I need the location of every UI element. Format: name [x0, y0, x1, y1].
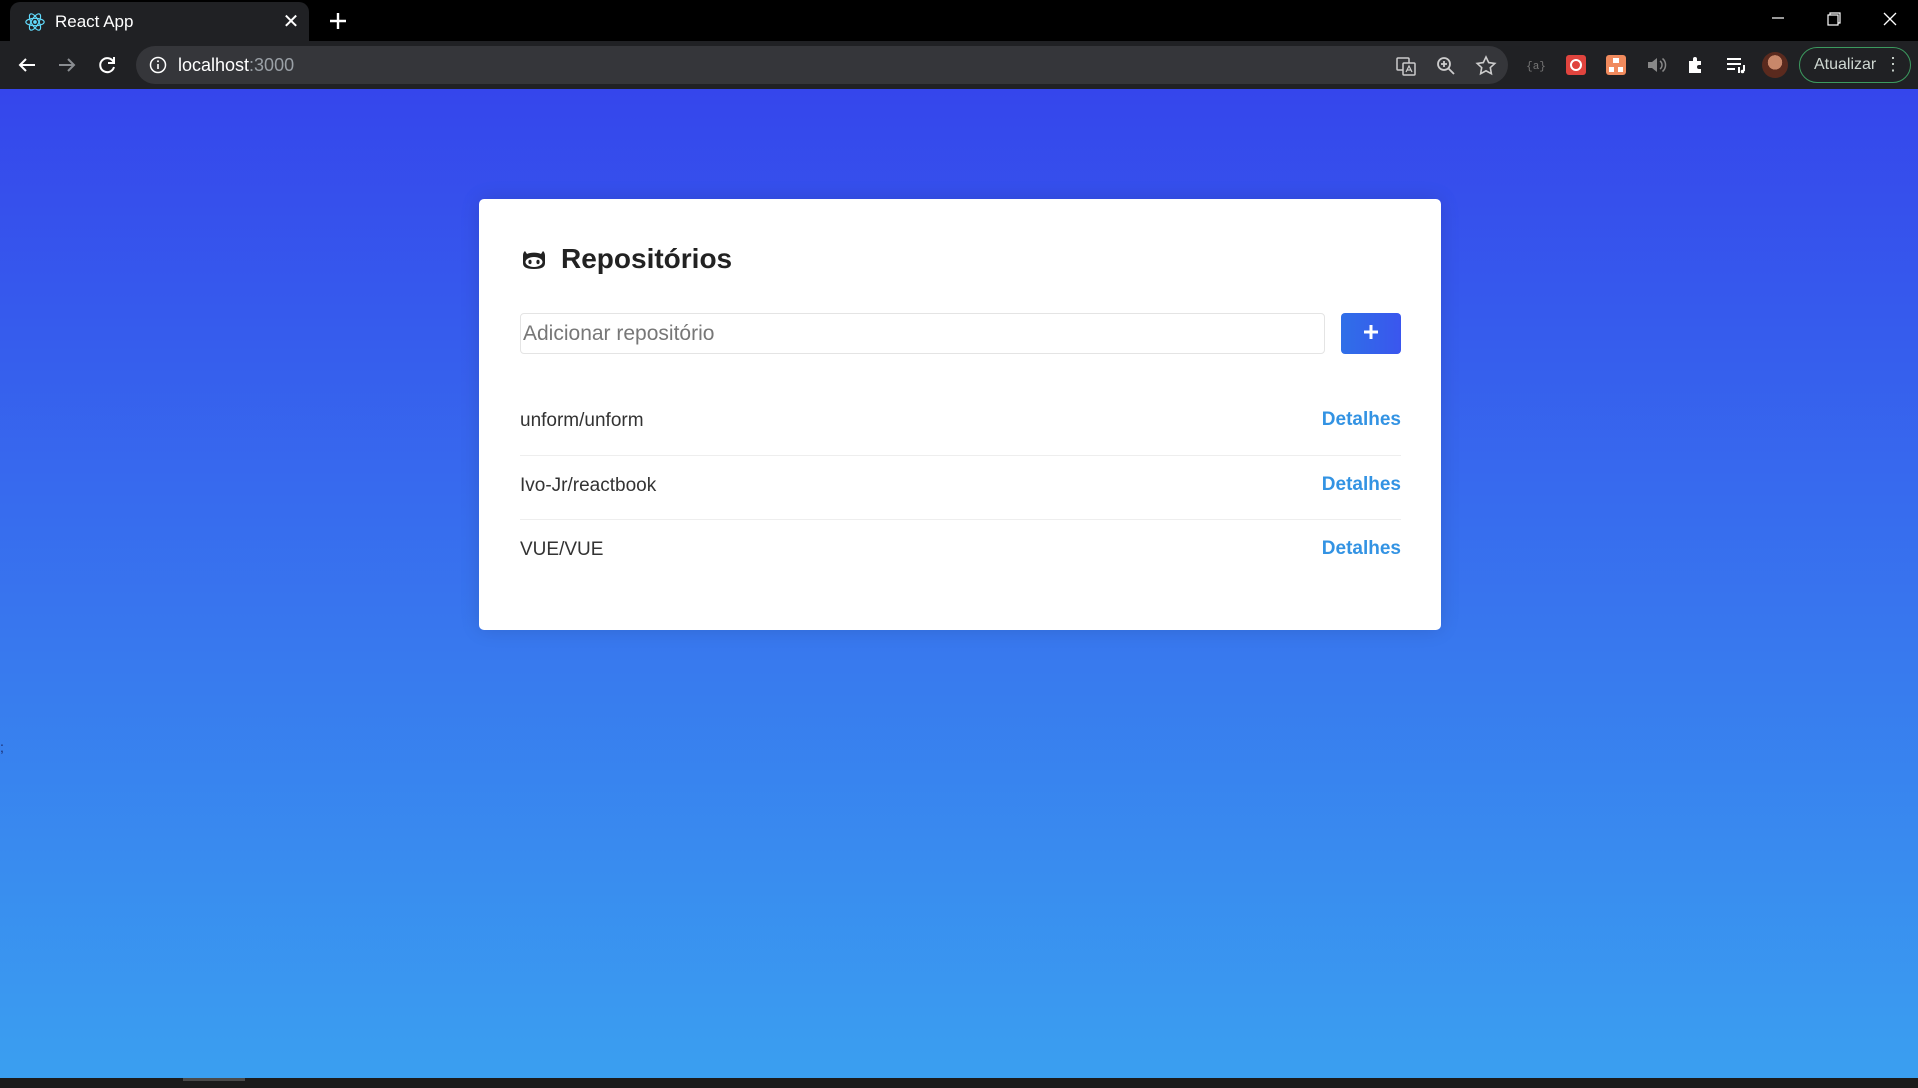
url-host: localhost: [178, 55, 250, 75]
list-item: unform/unform Detalhes: [520, 391, 1401, 455]
stray-text: ;: [0, 739, 4, 755]
repository-input[interactable]: [520, 313, 1325, 354]
browser-tab-bar: React App ✕: [0, 0, 1918, 41]
address-bar[interactable]: localhost:3000: [136, 46, 1508, 84]
bottom-scrollbar[interactable]: [0, 1078, 1918, 1088]
zoom-icon[interactable]: [1434, 54, 1458, 78]
browser-tab[interactable]: React App ✕: [10, 2, 309, 41]
repository-name: Ivo-Jr/reactbook: [520, 475, 657, 496]
page-title: Repositórios: [561, 243, 733, 274]
list-item: Ivo-Jr/reactbook Detalhes: [520, 455, 1401, 519]
window-close-icon[interactable]: [1870, 4, 1910, 34]
scrollbar-thumb[interactable]: [183, 1078, 245, 1081]
translate-icon[interactable]: [1394, 54, 1418, 78]
extensions-puzzle-icon[interactable]: [1683, 52, 1709, 78]
repository-card: Repositórios unform/unform Detalhes Ivo-…: [479, 199, 1441, 630]
update-label: Atualizar: [1814, 56, 1877, 73]
tab-close-icon[interactable]: ✕: [280, 11, 302, 33]
update-button[interactable]: Atualizar ⋮: [1799, 47, 1911, 83]
new-tab-icon[interactable]: [323, 6, 353, 36]
repository-name: unform/unform: [520, 410, 644, 431]
browser-toolbar: localhost:3000 {a} Atualizar ⋮: [0, 41, 1918, 89]
extension-red-icon[interactable]: [1563, 52, 1589, 78]
restore-icon[interactable]: [1814, 4, 1854, 34]
svg-text:{a}: {a}: [1526, 61, 1546, 73]
speaker-icon[interactable]: [1643, 52, 1669, 78]
add-repository-button[interactable]: [1341, 313, 1401, 354]
details-link[interactable]: Detalhes: [1322, 474, 1401, 496]
react-logo-icon: [25, 13, 45, 31]
list-item: VUE/VUE Detalhes: [520, 519, 1401, 583]
details-link[interactable]: Detalhes: [1322, 409, 1401, 431]
menu-dots-icon[interactable]: ⋮: [1884, 48, 1902, 80]
page-viewport: Repositórios unform/unform Detalhes Ivo-…: [0, 89, 1918, 1078]
url-port: :3000: [249, 55, 295, 75]
profile-avatar[interactable]: [1762, 52, 1788, 78]
media-queue-icon[interactable]: [1723, 52, 1749, 78]
tab-title: React App: [55, 12, 134, 31]
bookmark-star-icon[interactable]: [1474, 54, 1498, 78]
extension-sitemap-icon[interactable]: [1603, 52, 1629, 78]
forward-icon[interactable]: [52, 50, 82, 80]
plus-icon: [1364, 325, 1378, 339]
url-text[interactable]: localhost:3000: [178, 55, 294, 76]
site-info-icon[interactable]: [148, 55, 168, 75]
extension-braces-icon[interactable]: {a}: [1523, 52, 1549, 78]
repository-name: VUE/VUE: [520, 539, 604, 560]
back-icon[interactable]: [12, 50, 42, 80]
details-link[interactable]: Detalhes: [1322, 538, 1401, 560]
github-icon: [523, 251, 545, 269]
minimize-icon[interactable]: [1758, 4, 1798, 34]
reload-icon[interactable]: [92, 50, 122, 80]
repository-list: unform/unform Detalhes Ivo-Jr/reactbook …: [520, 391, 1401, 583]
